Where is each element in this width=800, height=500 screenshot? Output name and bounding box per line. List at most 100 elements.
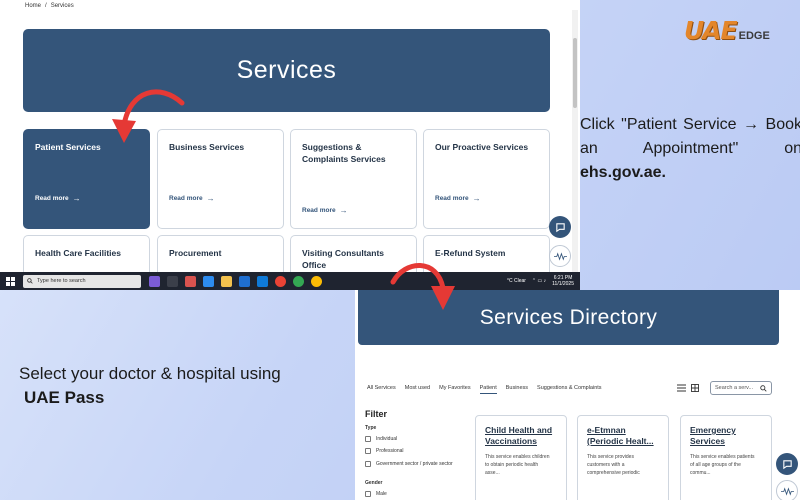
filter-option-government-private[interactable]: Government sector / private sector — [365, 461, 453, 467]
arrow-right-icon: → — [339, 206, 348, 215]
taskbar-app-icon[interactable] — [239, 275, 250, 287]
voice-assistant-button[interactable] — [776, 480, 798, 500]
card-title: Suggestions & Complaints Services — [302, 142, 386, 164]
desc-line: comprehensive periodic — [587, 470, 640, 476]
brand-logo-sub: EDGE — [738, 30, 770, 42]
service-card-emergency[interactable]: Emergency Services This service enables … — [680, 415, 772, 500]
filter-option-label: Individual — [376, 436, 398, 442]
card-proactive-services[interactable]: Our Proactive Services Read more → — [423, 129, 550, 229]
checkbox[interactable] — [365, 436, 371, 442]
brand-logo-main: UAE — [684, 16, 738, 45]
filter-heading: Filter — [365, 409, 388, 419]
service-card-title[interactable]: e-Etmnan (Periodic Healt... — [587, 425, 663, 447]
windows-taskbar: Type here to search °C Clear ⌃ ▭ ♪ 6:21 … — [0, 272, 580, 290]
taskbar-app-icon[interactable] — [203, 275, 214, 287]
instruction-caption-top: Click "Patient Service → Book an Appoint… — [580, 113, 800, 185]
breadcrumb: Home / Services — [25, 3, 74, 9]
card-title: Our Proactive Services — [435, 142, 529, 152]
arrow-right-icon: → — [206, 194, 215, 203]
taskbar-app-icon[interactable] — [275, 275, 286, 287]
taskbar-app-icon[interactable] — [311, 275, 322, 287]
brand-logo: UAE EDGE — [684, 16, 770, 45]
chat-button[interactable] — [776, 453, 798, 475]
checkbox[interactable] — [365, 491, 371, 497]
service-card-description: This service provides customers with a c… — [587, 453, 660, 477]
taskbar-search-placeholder: Type here to search — [37, 278, 86, 284]
tab-business[interactable]: Business — [506, 385, 528, 394]
checkbox[interactable] — [365, 461, 371, 467]
caption-top-text: Click "Patient Service → Book an Appoint… — [580, 116, 800, 157]
desc-line: of all age groups of the — [690, 462, 741, 468]
read-more-link[interactable]: Read more → — [35, 194, 81, 203]
tab-most-used[interactable]: Most used — [405, 385, 430, 394]
scrollbar-thumb[interactable] — [573, 38, 577, 108]
list-view-icon[interactable] — [677, 384, 686, 392]
desc-line: This service provides — [587, 454, 634, 460]
tab-all-services[interactable]: All Services — [367, 385, 396, 394]
title-line: (Periodic Healt... — [587, 436, 654, 446]
desc-line: commu... — [690, 470, 711, 476]
search-icon[interactable] — [760, 384, 767, 392]
red-arrow-annotation — [390, 263, 455, 310]
filter-option-professional[interactable]: Professional — [365, 448, 404, 454]
service-card-title[interactable]: Emergency Services — [690, 425, 766, 447]
filter-type-label: Type — [365, 425, 377, 431]
windows-logo-icon[interactable] — [6, 276, 15, 286]
service-card-child-health[interactable]: Child Health and Vaccinations This servi… — [475, 415, 567, 500]
chat-icon — [782, 459, 792, 469]
breadcrumb-home[interactable]: Home — [25, 3, 41, 9]
read-more-label: Read more — [302, 207, 336, 214]
service-card-title[interactable]: Child Health and Vaccinations — [485, 425, 561, 447]
chat-button[interactable] — [549, 216, 571, 238]
caption-bottom-line1: Select your doctor & hospital using — [19, 364, 281, 383]
taskbar-app-icon[interactable] — [221, 275, 232, 287]
taskbar-app-icon[interactable] — [185, 275, 196, 287]
filter-option-individual[interactable]: Individual — [365, 436, 397, 442]
service-card-description: This service enables patients of all age… — [690, 453, 763, 477]
breadcrumb-current: Services — [50, 3, 74, 9]
taskbar-search[interactable]: Type here to search — [23, 274, 141, 288]
filter-option-label: Professional — [376, 448, 404, 454]
title-line: Vaccinations — [485, 436, 537, 446]
search-placeholder: Search a serv... — [715, 385, 754, 391]
arrow-right-icon: → — [72, 194, 81, 203]
weather-status[interactable]: °C Clear — [507, 278, 526, 284]
read-more-link[interactable]: Read more → — [302, 206, 348, 215]
title-line: Services — [690, 436, 725, 446]
view-toggle — [677, 384, 699, 392]
tab-suggestions-complaints[interactable]: Suggestions & Complaints — [537, 385, 602, 394]
taskbar-app-icon[interactable] — [257, 275, 268, 287]
taskbar-app-icon[interactable] — [293, 275, 304, 287]
read-more-link[interactable]: Read more → — [435, 194, 481, 203]
title-line: e-Etmnan — [587, 425, 626, 435]
service-card-e-etmnan[interactable]: e-Etmnan (Periodic Healt... This service… — [577, 415, 669, 500]
grid-view-icon[interactable] — [691, 384, 699, 392]
page-title: Services — [236, 56, 337, 84]
service-card-description: This service enables children to obtain … — [485, 453, 558, 477]
taskbar-apps — [149, 275, 322, 287]
tab-my-favorites[interactable]: My Favorites — [439, 385, 470, 394]
scrollbar[interactable] — [572, 10, 578, 272]
arrow-right-icon: → — [472, 194, 481, 203]
filter-option-male[interactable]: Male — [365, 491, 387, 497]
tray-icons[interactable]: ⌃ ▭ ♪ — [532, 278, 546, 284]
tab-patient[interactable]: Patient — [479, 385, 497, 394]
card-title: Health Care Facilities — [35, 248, 121, 258]
voice-assistant-button[interactable] — [549, 245, 571, 267]
read-more-link[interactable]: Read more → — [169, 194, 215, 203]
desc-line: asse... — [485, 470, 500, 476]
service-search-input[interactable]: Search a serv... — [710, 381, 772, 395]
filter-option-label: Government sector / private sector — [376, 461, 453, 467]
directory-title: Services Directory — [479, 305, 658, 329]
instruction-caption-bottom: Select your doctor & hospital using UAE … — [19, 362, 281, 410]
read-more-label: Read more — [435, 195, 469, 202]
card-title: Procurement — [169, 248, 222, 258]
card-suggestions-complaints[interactable]: Suggestions & Complaints Services Read m… — [290, 129, 417, 229]
voice-wave-icon — [553, 251, 567, 261]
filter-gender-label: Gender — [365, 480, 383, 486]
taskbar-app-icon[interactable] — [167, 275, 178, 287]
taskbar-app-icon[interactable] — [149, 275, 160, 287]
clock[interactable]: 6:21 PM 11/1/2025 — [552, 275, 574, 287]
checkbox[interactable] — [365, 448, 371, 454]
read-more-label: Read more — [169, 195, 203, 202]
